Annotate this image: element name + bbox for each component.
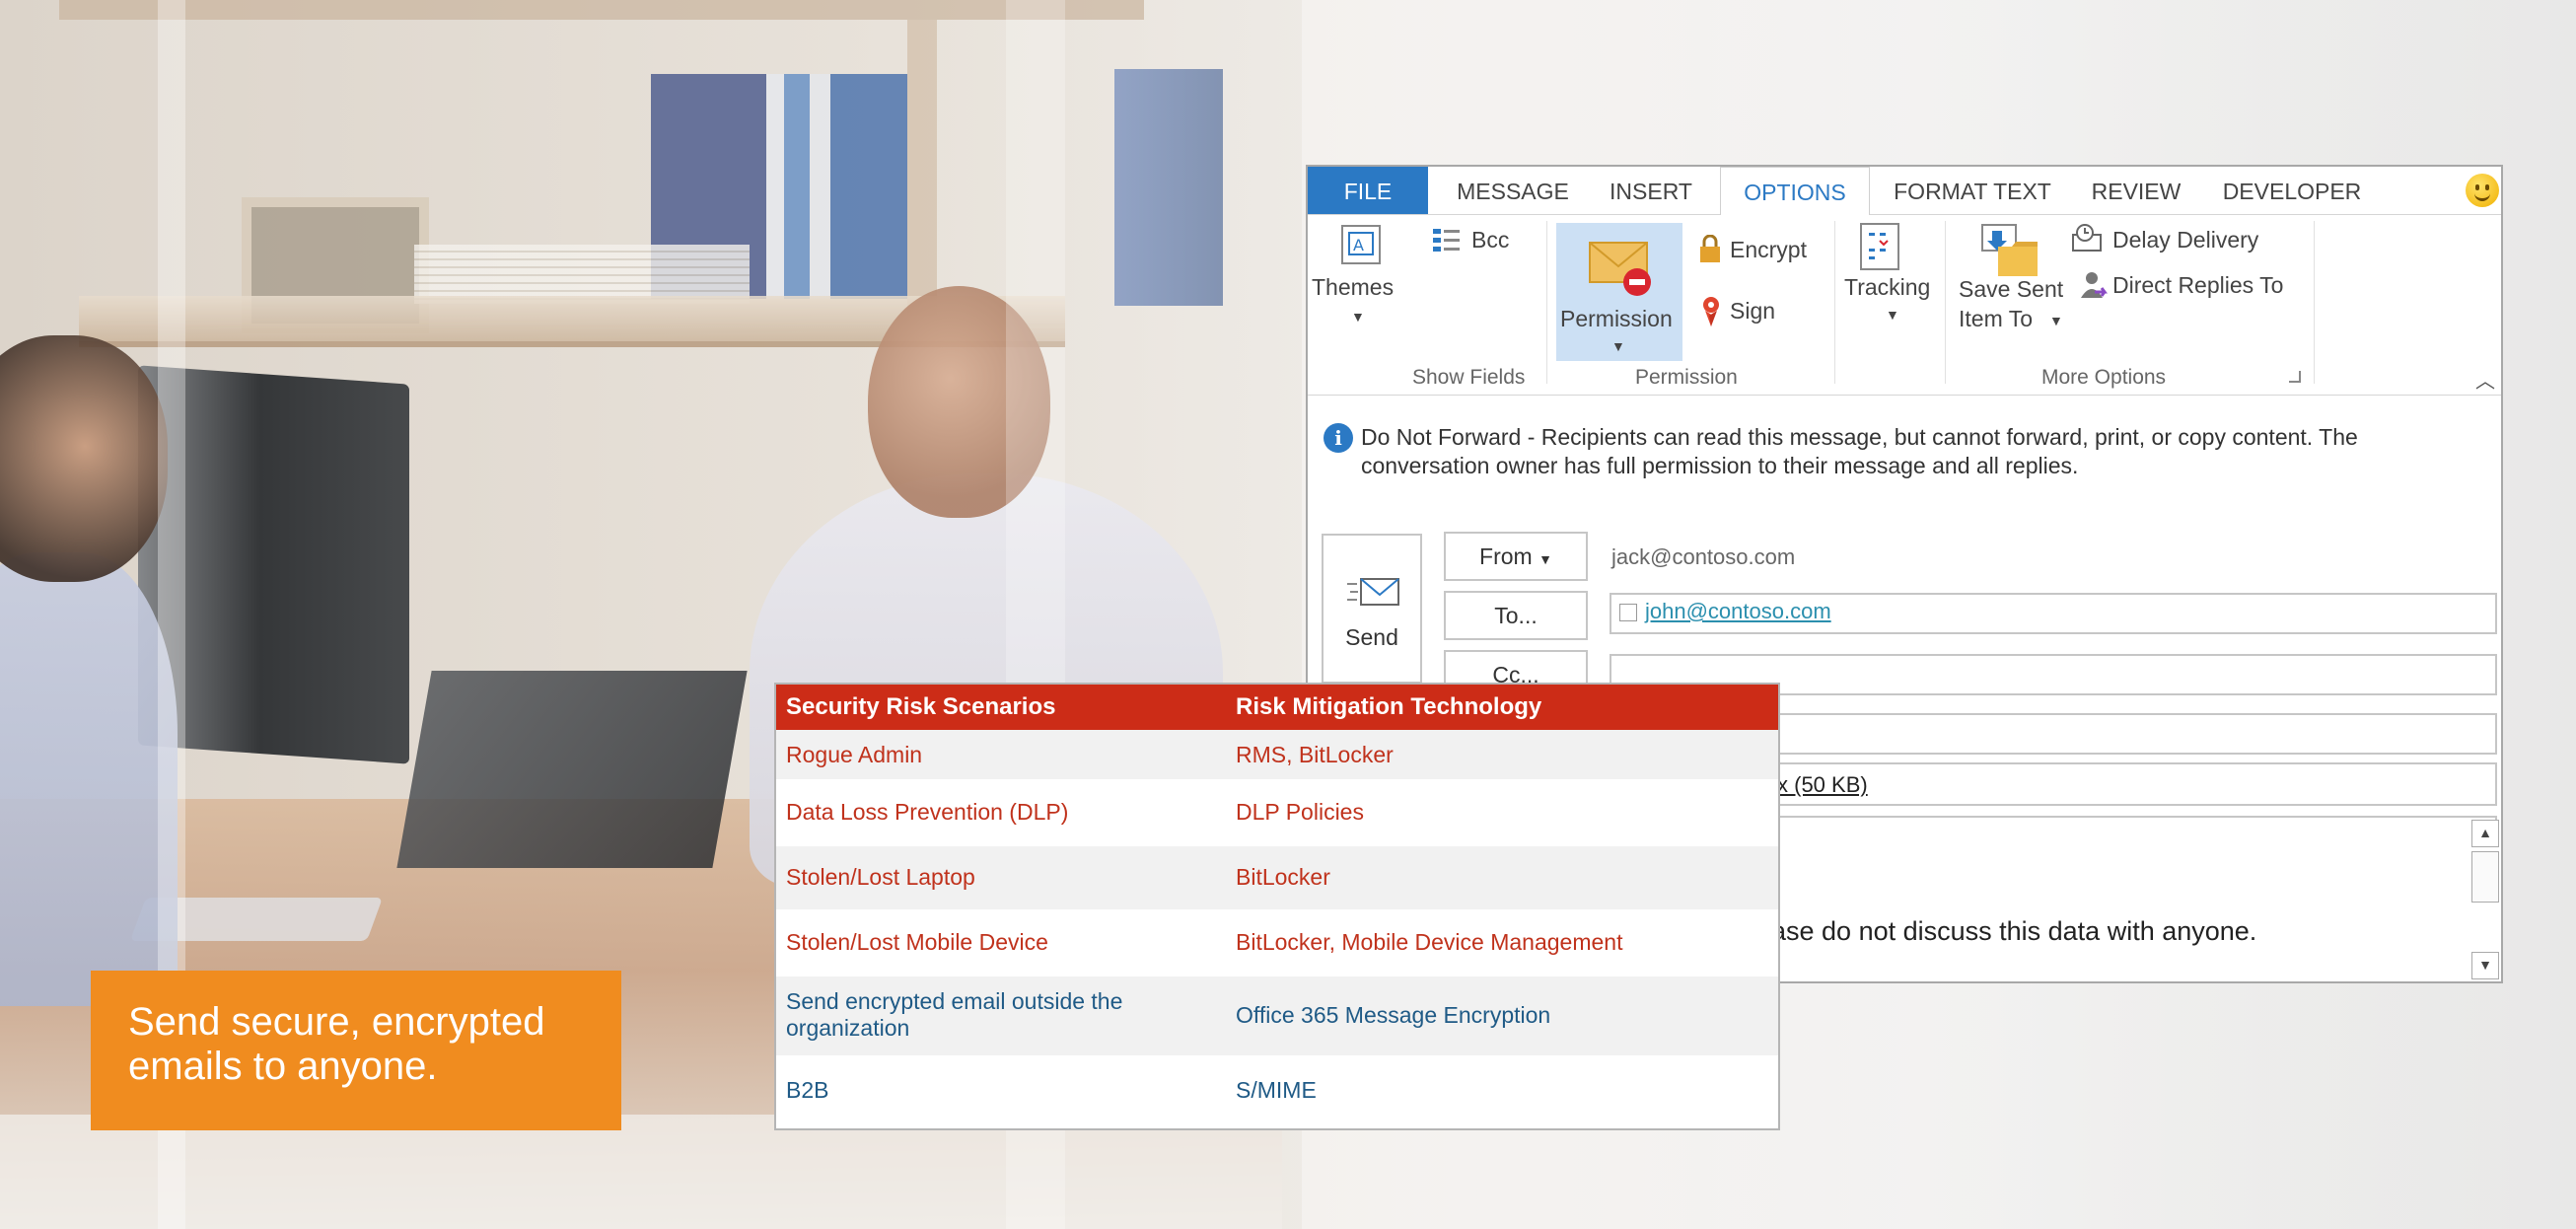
permission-label: Permission	[1560, 306, 1673, 331]
table-row: Data Loss Prevention (DLP) DLP Policies	[776, 779, 1778, 846]
info-bar: i Do Not Forward - Recipients can read t…	[1308, 396, 2501, 478]
bcc-label: Bcc	[1471, 227, 1510, 253]
collapse-ribbon-icon[interactable]: ︿	[2475, 365, 2495, 394]
ribbon-separator	[1945, 221, 1946, 384]
show-fields-group-label: Show Fields	[1412, 366, 1526, 389]
security-risk-table: Security Risk Scenarios Risk Mitigation …	[774, 683, 1780, 1130]
table-row: B2B S/MIME	[776, 1055, 1778, 1124]
ribbon-tab-bar: FILE MESSAGE INSERT OPTIONS FORMAT TEXT …	[1308, 167, 2501, 216]
technology-cell: DLP Policies	[1236, 799, 1364, 825]
attachment-name[interactable]: x (50 KB)	[1777, 772, 1868, 798]
permission-dropdown-icon: ▼	[1611, 338, 1625, 354]
to-recipient[interactable]: john@contoso.com	[1645, 599, 1831, 624]
tab-message[interactable]: MESSAGE	[1444, 167, 1582, 214]
tab-file[interactable]: FILE	[1308, 167, 1428, 214]
sign-label: Sign	[1730, 298, 1776, 324]
ribbon-separator	[2314, 221, 2315, 384]
technology-cell: RMS, BitLocker	[1236, 742, 1394, 767]
recipient-checkbox	[1619, 604, 1637, 621]
table-header: Security Risk Scenarios Risk Mitigation …	[776, 685, 1778, 730]
scroll-up-icon[interactable]: ▲	[2471, 820, 2499, 847]
technology-cell: BitLocker	[1236, 864, 1330, 890]
body-scrollbar[interactable]: ▲ ▼	[2466, 820, 2501, 981]
from-address: jack@contoso.com	[1611, 544, 1796, 569]
themes-icon: A	[1341, 225, 1381, 264]
tab-insert[interactable]: INSERT	[1594, 167, 1708, 214]
scroll-down-icon[interactable]: ▼	[2471, 952, 2499, 979]
scenario-cell: Stolen/Lost Mobile Device	[786, 929, 1048, 955]
dialog-launcher-icon[interactable]	[2289, 371, 2301, 383]
message-body-text: ase do not discuss this data with anyone…	[1771, 916, 2257, 946]
info-message: Do Not Forward - Recipients can read thi…	[1361, 424, 2358, 478]
technology-cell: Office 365 Message Encryption	[1236, 1002, 1551, 1028]
scenario-cell: Data Loss Prevention (DLP)	[786, 799, 1069, 825]
save-sent-dropdown-icon: ▼	[2049, 313, 2063, 328]
technology-cell: S/MIME	[1236, 1077, 1317, 1103]
ribbon-separator	[1546, 221, 1547, 384]
send-envelope-icon	[1347, 578, 1399, 606]
info-icon: i	[1324, 423, 1353, 453]
lock-icon	[1700, 235, 1720, 262]
direct-replies-icon	[2081, 272, 2108, 298]
smiley-feedback-icon[interactable]	[2466, 174, 2499, 207]
save-sent-label-line1: Save Sent	[1959, 276, 2064, 302]
svg-text:A: A	[1353, 236, 1364, 254]
scenario-cell: Rogue Admin	[786, 742, 923, 767]
tab-review[interactable]: REVIEW	[2079, 167, 2193, 214]
ribbon-options-panel: A Themes ▼ Bcc Show Fields Permission ▼ …	[1308, 215, 2501, 396]
tracking-icon	[1860, 223, 1899, 270]
delay-delivery-label: Delay Delivery	[2112, 227, 2259, 253]
send-label: Send	[1345, 624, 1398, 650]
to-button[interactable]: To...	[1444, 591, 1588, 640]
ribbon-separator	[1834, 221, 1835, 384]
scroll-thumb[interactable]	[2471, 851, 2499, 903]
technology-cell: BitLocker, Mobile Device Management	[1236, 929, 1623, 955]
callout-box: Send secure, encrypted emails to anyone.	[91, 971, 621, 1130]
from-dropdown-icon: ▼	[1538, 551, 1552, 567]
permission-button[interactable]: Permission ▼	[1556, 223, 1682, 361]
tracking-dropdown-icon: ▼	[1886, 307, 1899, 323]
tab-developer[interactable]: DEVELOPER	[2213, 167, 2371, 214]
direct-replies-label: Direct Replies To	[2112, 272, 2284, 298]
send-button[interactable]: Send	[1322, 534, 1422, 684]
to-field[interactable]: john@contoso.com	[1610, 593, 2497, 634]
tracking-label: Tracking	[1844, 274, 1931, 300]
permission-group-label: Permission	[1635, 366, 1738, 389]
header-scenarios: Security Risk Scenarios	[786, 693, 1056, 720]
more-options-group-label: More Options	[2041, 366, 2167, 389]
table-row: Stolen/Lost Mobile Device BitLocker, Mob…	[776, 909, 1778, 976]
callout-text: Send secure, encrypted emails to anyone.	[128, 1000, 545, 1088]
from-button[interactable]: From ▼	[1444, 532, 1588, 581]
themes-label: Themes	[1312, 274, 1395, 300]
scenario-cell: B2B	[786, 1077, 829, 1103]
scenario-cell: Stolen/Lost Laptop	[786, 864, 975, 890]
header-technology: Risk Mitigation Technology	[1236, 693, 1542, 720]
table-row: Rogue Admin RMS, BitLocker	[776, 730, 1778, 779]
scenario-cell: Send encrypted email outside the organiz…	[786, 988, 1123, 1041]
from-label: From	[1479, 543, 1533, 569]
delay-delivery-icon	[2072, 224, 2102, 252]
table-row: Send encrypted email outside the organiz…	[776, 976, 1778, 1055]
save-sent-folder-icon	[1981, 224, 2038, 276]
permission-envelope-icon	[1589, 242, 1651, 296]
tab-options[interactable]: OPTIONS	[1720, 167, 1870, 216]
encrypt-label: Encrypt	[1730, 237, 1807, 262]
bcc-icon	[1433, 229, 1460, 252]
tab-format-text[interactable]: FORMAT TEXT	[1884, 167, 2061, 214]
table-row: Stolen/Lost Laptop BitLocker	[776, 846, 1778, 909]
save-sent-label-line2: Item To	[1959, 306, 2033, 331]
themes-dropdown-icon: ▼	[1351, 309, 1365, 325]
sign-ribbon-icon	[1703, 297, 1719, 326]
